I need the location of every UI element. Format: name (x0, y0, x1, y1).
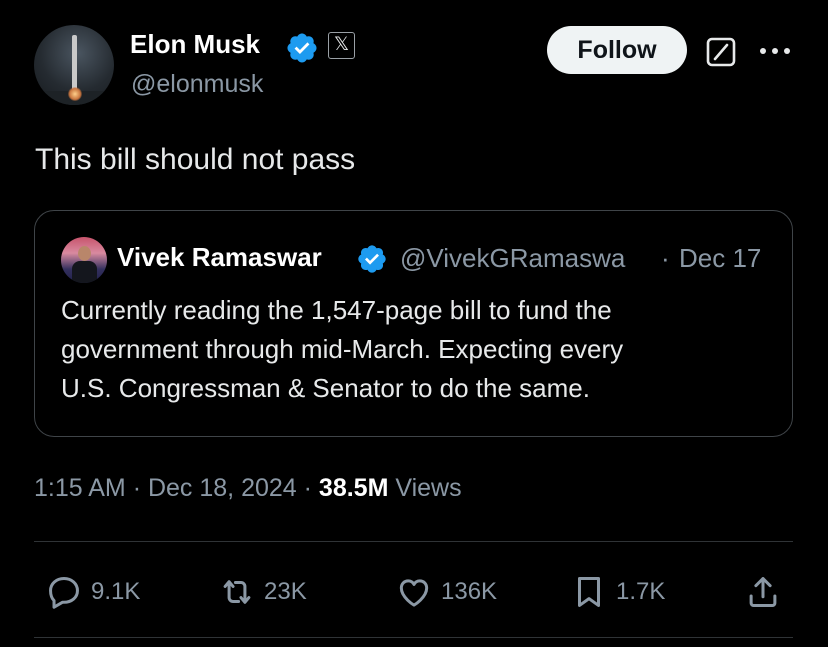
repost-button[interactable]: 23K (218, 571, 307, 613)
reply-icon (49, 577, 79, 609)
quote-text-line: Currently reading the 1,547-page bill to… (61, 295, 612, 325)
quote-author-name[interactable]: Vivek Ramaswar (117, 242, 353, 273)
author-handle[interactable]: @elonmusk (131, 70, 263, 99)
heart-icon (399, 579, 429, 607)
more-icon[interactable] (758, 44, 792, 58)
author-name[interactable]: Elon Musk (130, 29, 260, 60)
avatar-flame (68, 87, 82, 101)
share-icon (749, 577, 777, 607)
quote-text-line: government through mid-March. Expecting … (61, 334, 624, 364)
divider (34, 637, 793, 638)
meta-separator: · (303, 474, 312, 502)
tweet-meta: 1:15 AM · Dec 18, 2024 · 38.5M Views (34, 474, 462, 503)
tweet-date[interactable]: Dec 18, 2024 (148, 474, 297, 502)
quote-avatar-head (78, 246, 91, 261)
avatar-rocket (72, 35, 77, 91)
quote-text-line: U.S. Congressman & Senator to do the sam… (61, 373, 590, 403)
tweet-text: This bill should not pass (35, 143, 356, 176)
tweet-time[interactable]: 1:15 AM (34, 474, 126, 502)
like-button[interactable]: 136K (395, 571, 497, 613)
follow-button[interactable]: Follow (547, 26, 687, 74)
quote-separator: · (661, 243, 670, 273)
verified-badge-icon[interactable] (285, 31, 319, 65)
bookmark-icon (577, 577, 601, 607)
grok-icon[interactable] (706, 37, 736, 67)
quote-author-avatar[interactable] (61, 237, 107, 283)
repost-icon (223, 580, 251, 604)
repost-count: 23K (264, 578, 307, 605)
like-count: 136K (441, 578, 498, 605)
share-button[interactable] (744, 571, 782, 613)
reply-button[interactable]: 9.1K (45, 571, 140, 613)
bookmark-button[interactable]: 1.7K (570, 571, 665, 613)
bookmark-count: 1.7K (616, 578, 666, 605)
views-label: Views (395, 474, 462, 502)
quote-verified-badge-icon (358, 245, 386, 273)
reply-count: 9.1K (91, 578, 141, 605)
views-count: 38.5M (318, 474, 389, 502)
affiliation-x-badge[interactable]: 𝕏 (328, 32, 355, 59)
quote-avatar-body (72, 261, 97, 283)
quote-author-handle[interactable]: @VivekGRamaswa (400, 243, 655, 274)
author-avatar[interactable] (34, 25, 114, 105)
quote-date[interactable]: Dec 17 (679, 243, 761, 274)
divider (34, 541, 793, 542)
meta-separator: · (132, 474, 142, 502)
